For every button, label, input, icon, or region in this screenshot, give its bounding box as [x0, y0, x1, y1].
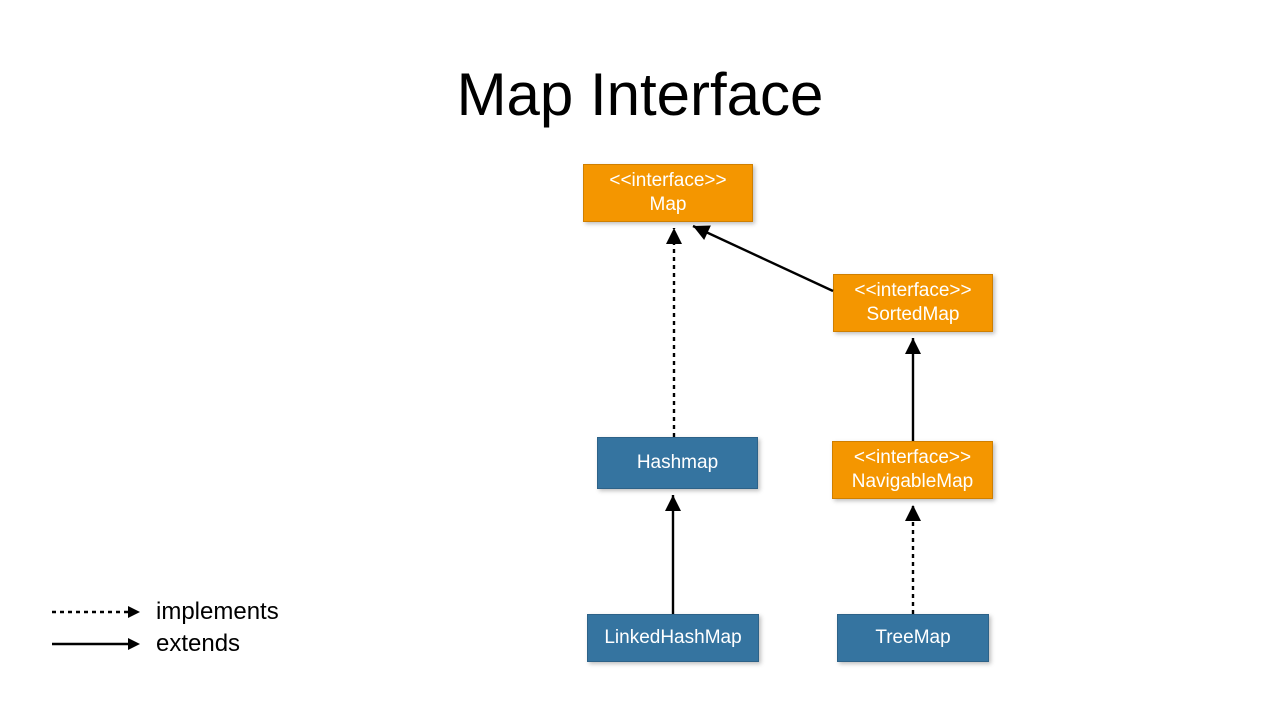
node-linkedhashmap-name: LinkedHashMap [604, 626, 741, 650]
legend-implements-arrow-icon [50, 600, 140, 624]
legend-implements-label: implements [156, 598, 279, 626]
node-map: <<interface>> Map [583, 164, 753, 222]
node-navigablemap-stereo: <<interface>> [854, 446, 971, 470]
node-navigablemap-name: NavigableMap [852, 470, 973, 494]
edge-sortedmap-map [693, 226, 833, 291]
node-hashmap-name: Hashmap [637, 451, 718, 475]
legend-extends-arrow-icon [50, 632, 140, 656]
diagram-title: Map Interface [0, 60, 1280, 129]
legend: implements extends [50, 596, 279, 660]
node-navigablemap: <<interface>> NavigableMap [832, 441, 993, 499]
node-sortedmap-stereo: <<interface>> [854, 279, 971, 303]
node-hashmap: Hashmap [597, 437, 758, 489]
node-map-name: Map [650, 193, 687, 217]
node-sortedmap: <<interface>> SortedMap [833, 274, 993, 332]
legend-extends-label: extends [156, 630, 240, 658]
node-sortedmap-name: SortedMap [867, 303, 960, 327]
node-treemap-name: TreeMap [875, 626, 950, 650]
node-treemap: TreeMap [837, 614, 989, 662]
legend-implements-row: implements [50, 596, 279, 628]
node-linkedhashmap: LinkedHashMap [587, 614, 759, 662]
node-map-stereo: <<interface>> [609, 169, 726, 193]
legend-extends-row: extends [50, 628, 279, 660]
